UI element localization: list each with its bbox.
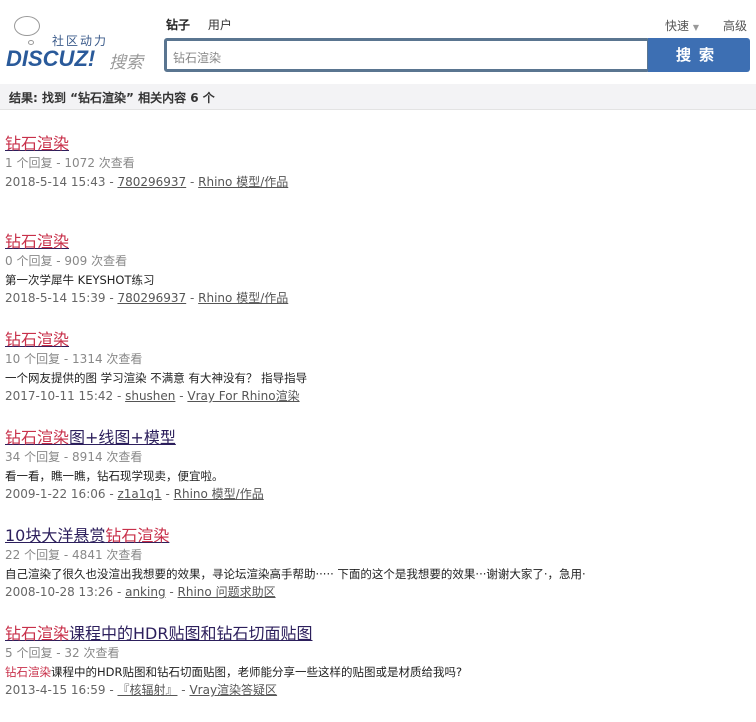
forum-link[interactable]: Vray For Rhino渲染	[187, 389, 299, 403]
snippet-text: 自己渲染了很久也没渲出我想要的效果，寻论坛渲染高手帮助····· 下面的这个是我…	[5, 567, 586, 581]
result-footer: 2018-5-14 15:43 - 780296937 - Rhino 模型/作…	[5, 173, 750, 192]
result-footer: 2008-10-28 13:26 - anking - Rhino 问题求助区	[5, 583, 750, 602]
tab-users[interactable]: 用户	[208, 18, 232, 32]
result-item: 钻石渲染 1 个回复 - 1072 次查看 2018-5-14 15:43 - 78…	[5, 134, 750, 232]
author-link[interactable]: 780296937	[117, 175, 186, 189]
author-link[interactable]: shushen	[125, 389, 175, 403]
result-date: 2018-5-14 15:43 -	[5, 175, 118, 189]
snippet-text: 一个网友提供的图 学习渲染 不满意 有大神没有？ 指导指导	[5, 371, 308, 385]
result-title-link[interactable]: 钻石渲染	[5, 232, 750, 252]
search-type-tabs: 钻子 用户	[166, 16, 246, 33]
result-stats: 1 个回复 - 1072 次查看	[5, 156, 135, 170]
result-footer: 2017-10-11 15:42 - shushen - Vray For Rh…	[5, 387, 750, 406]
caret-down-icon: ▼	[692, 23, 699, 32]
separator: -	[165, 585, 178, 599]
logo-suffix: 搜索	[109, 53, 143, 73]
discuz-logo[interactable]: 社区动力 DISCUZ! 搜索	[6, 14, 156, 74]
quick-search-dropdown[interactable]: 快速 ▼	[665, 17, 699, 34]
result-snippet: 自己渲染了很久也没渲出我想要的效果，寻论坛渲染高手帮助····· 下面的这个是我…	[5, 565, 750, 583]
result-stats: 10 个回复 - 1314 次查看	[5, 352, 143, 366]
title-text: 图+线图+模型	[69, 428, 176, 447]
title-text: 课程中的HDR贴图和钻石切面贴图	[69, 624, 313, 643]
separator: -	[186, 175, 199, 189]
result-footer: 2018-5-14 15:39 - 780296937 - Rhino 模型/作…	[5, 289, 750, 308]
advanced-search-link[interactable]: 高级	[723, 17, 747, 34]
keyword-highlight: 钻石渲染	[105, 526, 170, 545]
author-link[interactable]: z1a1q1	[117, 487, 161, 501]
keyword-highlight: 钻石渲染	[5, 428, 70, 447]
result-list: 钻石渲染 1 个回复 - 1072 次查看 2018-5-14 15:43 - 78…	[5, 134, 750, 722]
result-date: 2017-10-11 15:42 -	[5, 389, 126, 403]
keyword-highlight: 钻石渲染	[5, 134, 70, 153]
author-link[interactable]: 780296937	[117, 291, 186, 305]
result-footer: 2009-1-22 16:06 - z1a1q1 - Rhino 模型/作品	[5, 485, 750, 504]
forum-link[interactable]: Rhino 模型/作品	[198, 291, 288, 305]
logo-brand: DISCUZ!	[6, 46, 96, 71]
result-snippet: 钻石渲染课程中的HDR贴图和钻石切面贴图，老师能分享一些这样的贴图或是材质给我吗…	[5, 663, 750, 681]
keyword-highlight: 钻石渲染	[5, 665, 51, 679]
title-text: 10块大洋悬赏	[5, 526, 106, 545]
forum-link[interactable]: Rhino 问题求助区	[178, 585, 276, 599]
quick-label: 快速	[665, 19, 690, 33]
forum-link[interactable]: Rhino 模型/作品	[198, 175, 288, 189]
result-summary: 结果: 找到 “钻石渲染” 相关内容 6 个	[0, 84, 756, 110]
result-title-link[interactable]: 钻石渲染	[5, 330, 750, 350]
result-item: 钻石渲染 10 个回复 - 1314 次查看一个网友提供的图 学习渲染 不满意 有…	[5, 330, 750, 428]
keyword-highlight: 钻石渲染	[5, 624, 70, 643]
snippet-text: 看一看，瞧一瞧，钻石现学现卖，便宜啦。	[5, 469, 224, 483]
result-date: 2009-1-22 16:06 -	[5, 487, 118, 501]
result-item: 钻石渲染 0 个回复 - 909 次查看第一次学犀牛 KEYSHOT练习 2018-…	[5, 232, 750, 330]
result-snippet: 一个网友提供的图 学习渲染 不满意 有大神没有？ 指导指导	[5, 369, 750, 387]
result-title-link[interactable]: 钻石渲染课程中的HDR贴图和钻石切面贴图	[5, 624, 750, 644]
keyword-highlight: 钻石渲染	[5, 232, 70, 251]
separator: -	[177, 683, 190, 697]
author-link[interactable]: anking	[125, 585, 165, 599]
snippet-text: 第一次学犀牛 KEYSHOT练习	[5, 273, 155, 287]
result-stats: 22 个回复 - 4841 次查看	[5, 548, 143, 562]
result-title-link[interactable]: 10块大洋悬赏钻石渲染	[5, 526, 750, 546]
forum-link[interactable]: Rhino 模型/作品	[174, 487, 264, 501]
author-link[interactable]: 『核辐射』	[117, 683, 177, 697]
result-title-link[interactable]: 钻石渲染	[5, 134, 750, 154]
result-snippet: 第一次学犀牛 KEYSHOT练习	[5, 271, 750, 289]
forum-link[interactable]: Vray渲染答疑区	[189, 683, 277, 697]
result-date: 2013-4-15 16:59 -	[5, 683, 118, 697]
separator: -	[186, 291, 199, 305]
result-footer: 2013-4-15 16:59 - 『核辐射』 - Vray渲染答疑区	[5, 681, 750, 700]
speech-bubble-icon	[14, 16, 40, 36]
keyword-highlight: 钻石渲染	[5, 330, 70, 349]
tab-posts[interactable]: 钻子	[166, 18, 190, 32]
result-item: 钻石渲染图+线图+模型 34 个回复 - 8914 次查看看一看，瞧一瞧，钻石现学…	[5, 428, 750, 526]
snippet-text: 课程中的HDR贴图和钻石切面贴图，老师能分享一些这样的贴图或是材质给我吗?	[51, 665, 463, 679]
separator: -	[161, 487, 174, 501]
result-stats: 0 个回复 - 909 次查看	[5, 254, 128, 268]
search-input[interactable]: 钻石渲染	[164, 38, 650, 72]
result-date: 2008-10-28 13:26 -	[5, 585, 126, 599]
result-item: 钻石渲染课程中的HDR贴图和钻石切面贴图 5 个回复 - 32 次查看 钻石渲染课程…	[5, 624, 750, 722]
result-date: 2018-5-14 15:39 -	[5, 291, 118, 305]
result-stats: 5 个回复 - 32 次查看	[5, 646, 120, 660]
result-title-link[interactable]: 钻石渲染图+线图+模型	[5, 428, 750, 448]
separator: -	[175, 389, 188, 403]
result-snippet: 看一看，瞧一瞧，钻石现学现卖，便宜啦。	[5, 467, 750, 485]
result-stats: 34 个回复 - 8914 次查看	[5, 450, 143, 464]
search-button[interactable]: 搜索	[648, 38, 750, 72]
speech-bubble-dot-icon	[28, 40, 34, 45]
result-item: 10块大洋悬赏钻石渲染 22 个回复 - 4841 次查看自己渲染了很久也没渲出我…	[5, 526, 750, 624]
